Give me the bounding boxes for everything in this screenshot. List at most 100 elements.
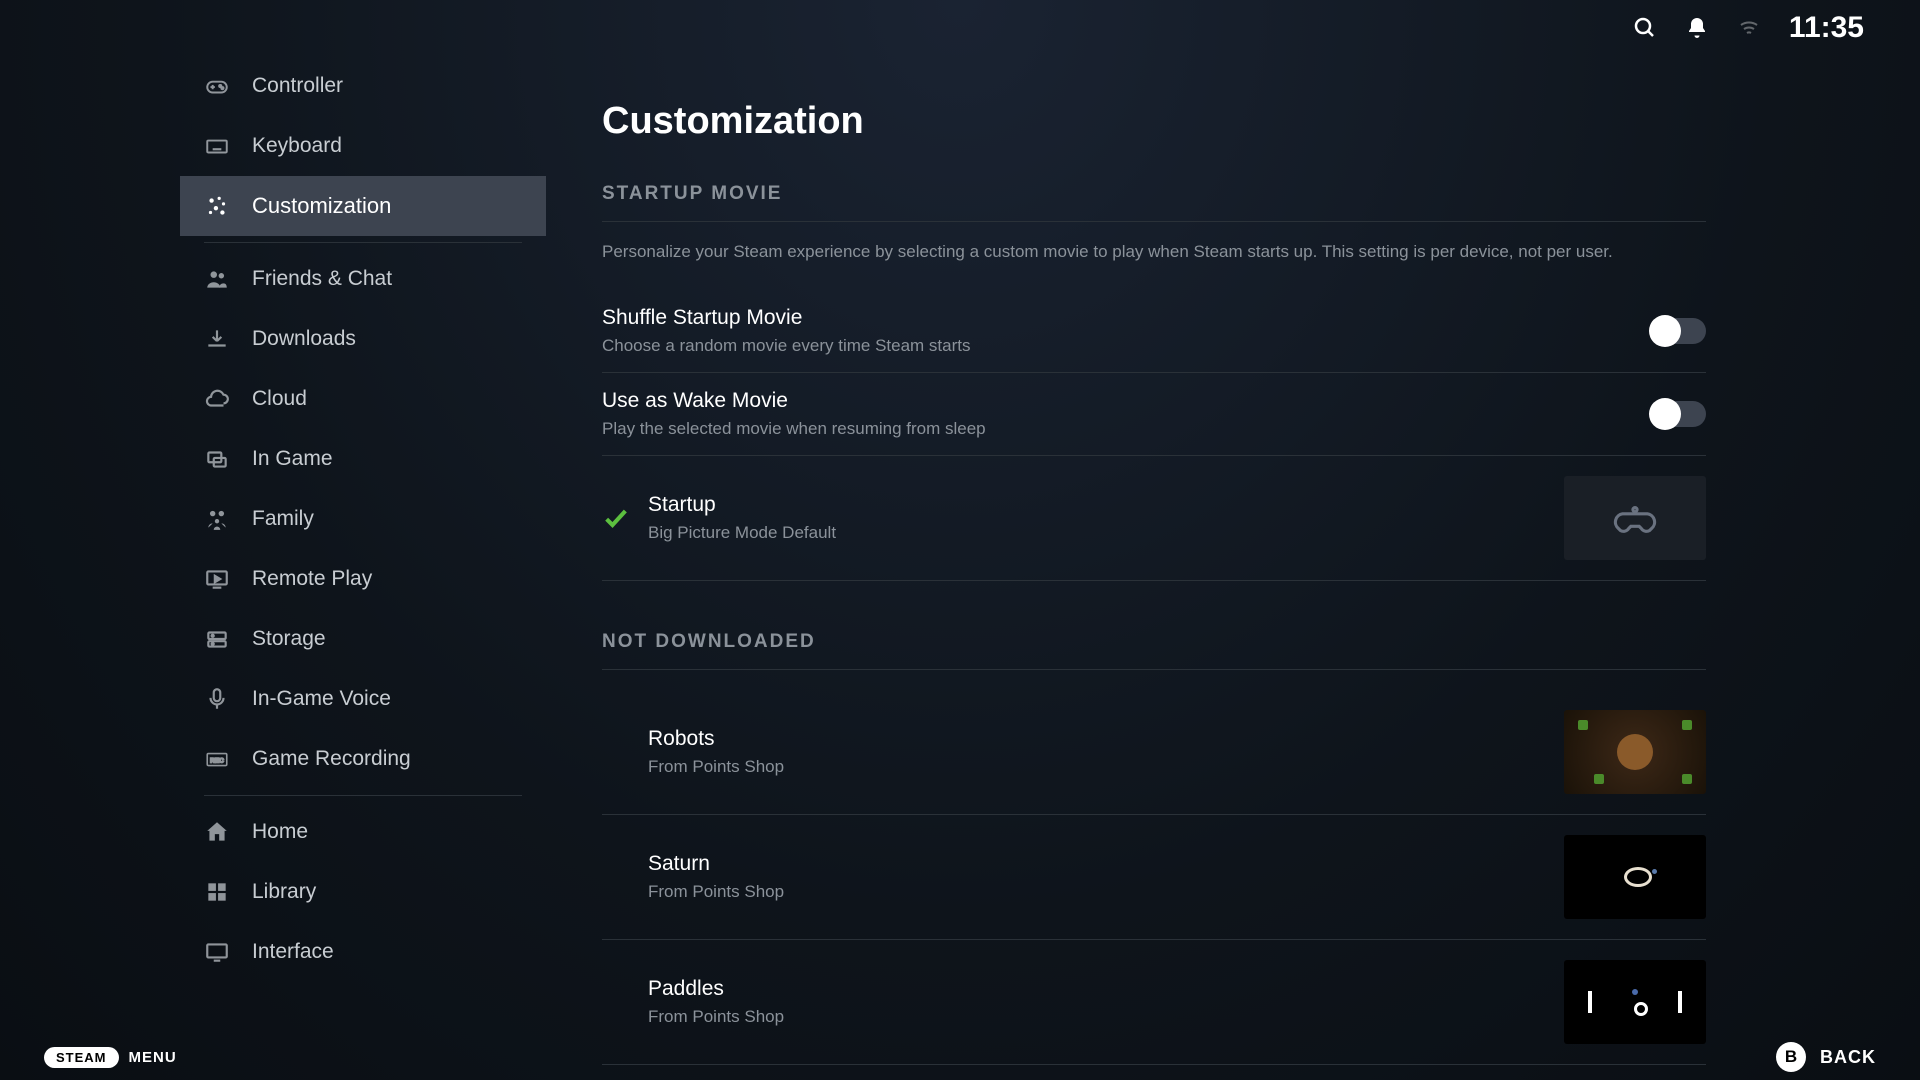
toggle-knob bbox=[1649, 315, 1681, 347]
not-downloaded-header: NOT DOWNLOADED bbox=[602, 631, 1706, 653]
home-icon bbox=[204, 819, 230, 845]
shuffle-toggle[interactable] bbox=[1652, 318, 1706, 344]
movie-item-robots[interactable]: Robots From Points Shop bbox=[602, 690, 1706, 815]
movie-text: Saturn From Points Shop bbox=[648, 852, 784, 902]
startup-movie-description: Personalize your Steam experience by sel… bbox=[602, 242, 1706, 262]
setting-title: Shuffle Startup Movie bbox=[602, 306, 970, 330]
sidebar-item-label: Downloads bbox=[252, 327, 356, 351]
interface-icon bbox=[204, 939, 230, 965]
wake-movie-row[interactable]: Use as Wake Movie Play the selected movi… bbox=[602, 373, 1706, 456]
movie-text: Paddles From Points Shop bbox=[648, 977, 784, 1027]
search-icon[interactable] bbox=[1633, 16, 1657, 40]
sidebar-item-label: In Game bbox=[252, 447, 333, 471]
steam-badge: STEAM bbox=[44, 1047, 119, 1068]
check-icon bbox=[602, 504, 630, 532]
movie-subtitle: Big Picture Mode Default bbox=[648, 523, 836, 543]
movie-text: Robots From Points Shop bbox=[648, 727, 784, 777]
clock: 11:35 bbox=[1789, 11, 1864, 45]
section-divider bbox=[602, 669, 1706, 670]
mic-icon bbox=[204, 686, 230, 712]
sidebar-item-label: Customization bbox=[252, 193, 391, 219]
sidebar-item-remote-play[interactable]: Remote Play bbox=[180, 549, 546, 609]
top-bar: 11:35 bbox=[1633, 0, 1920, 56]
paddles-thumbnail bbox=[1564, 960, 1706, 1044]
sidebar-item-interface[interactable]: Interface bbox=[180, 922, 546, 982]
sidebar-item-home[interactable]: Home bbox=[180, 802, 546, 862]
movie-text: Startup Big Picture Mode Default bbox=[648, 493, 836, 543]
shuffle-startup-row[interactable]: Shuffle Startup Movie Choose a random mo… bbox=[602, 290, 1706, 373]
remote-play-icon bbox=[204, 566, 230, 592]
setting-text: Shuffle Startup Movie Choose a random mo… bbox=[602, 306, 970, 356]
check-placeholder bbox=[602, 988, 630, 1016]
movie-left: Startup Big Picture Mode Default bbox=[602, 493, 836, 543]
steam-menu-button[interactable]: STEAM MENU bbox=[44, 1047, 177, 1068]
keyboard-icon bbox=[204, 133, 230, 159]
movie-left: Saturn From Points Shop bbox=[602, 852, 784, 902]
sidebar-item-voice[interactable]: In-Game Voice bbox=[180, 669, 546, 729]
sidebar-item-label: In-Game Voice bbox=[252, 687, 391, 711]
movie-subtitle: From Points Shop bbox=[648, 882, 784, 902]
overlay-icon bbox=[204, 446, 230, 472]
toggle-knob bbox=[1649, 398, 1681, 430]
page-title: Customization bbox=[602, 100, 1706, 143]
sidebar-item-library[interactable]: Library bbox=[180, 862, 546, 922]
sidebar-item-customization[interactable]: Customization bbox=[180, 176, 546, 236]
sidebar-item-label: Family bbox=[252, 507, 314, 531]
setting-subtitle: Choose a random movie every time Steam s… bbox=[602, 336, 970, 356]
movie-item-saturn[interactable]: Saturn From Points Shop bbox=[602, 815, 1706, 940]
sidebar-item-label: Cloud bbox=[252, 387, 307, 411]
setting-text: Use as Wake Movie Play the selected movi… bbox=[602, 389, 986, 439]
selected-startup-movie[interactable]: Startup Big Picture Mode Default bbox=[602, 456, 1706, 581]
sidebar-item-downloads[interactable]: Downloads bbox=[180, 309, 546, 369]
sidebar-item-friends-chat[interactable]: Friends & Chat bbox=[180, 249, 546, 309]
cloud-icon bbox=[204, 386, 230, 412]
download-icon bbox=[204, 326, 230, 352]
main-content: Customization STARTUP MOVIE Personalize … bbox=[602, 100, 1706, 1065]
customize-icon bbox=[204, 193, 230, 219]
family-icon bbox=[204, 506, 230, 532]
bell-icon[interactable] bbox=[1685, 16, 1709, 40]
b-button-icon: B bbox=[1776, 1042, 1806, 1072]
sidebar-item-controller[interactable]: Controller bbox=[180, 56, 546, 116]
wifi-icon[interactable] bbox=[1737, 16, 1761, 40]
sidebar-item-label: Storage bbox=[252, 627, 326, 651]
movie-title: Paddles bbox=[648, 977, 784, 1001]
wake-toggle[interactable] bbox=[1652, 401, 1706, 427]
movie-subtitle: From Points Shop bbox=[648, 1007, 784, 1027]
back-button[interactable]: B BACK bbox=[1776, 1042, 1876, 1072]
check-placeholder bbox=[602, 863, 630, 891]
sidebar-item-cloud[interactable]: Cloud bbox=[180, 369, 546, 429]
sidebar-item-label: Home bbox=[252, 820, 308, 844]
gamepad-icon bbox=[204, 73, 230, 99]
svg-text:REC: REC bbox=[210, 757, 224, 764]
sidebar-item-label: Remote Play bbox=[252, 567, 372, 591]
library-icon bbox=[204, 879, 230, 905]
sidebar-item-label: Controller bbox=[252, 74, 343, 98]
sidebar-item-label: Interface bbox=[252, 940, 334, 964]
check-placeholder bbox=[602, 738, 630, 766]
sidebar-divider bbox=[204, 795, 522, 796]
back-label: BACK bbox=[1820, 1047, 1876, 1068]
sidebar-item-label: Library bbox=[252, 880, 316, 904]
sidebar-item-storage[interactable]: Storage bbox=[180, 609, 546, 669]
settings-sidebar: Controller Keyboard Customization Friend… bbox=[180, 56, 546, 1036]
rec-icon: REC bbox=[204, 746, 230, 772]
movie-title: Saturn bbox=[648, 852, 784, 876]
sidebar-item-in-game[interactable]: In Game bbox=[180, 429, 546, 489]
sidebar-item-label: Friends & Chat bbox=[252, 267, 392, 291]
sidebar-divider bbox=[204, 242, 522, 243]
sidebar-item-label: Keyboard bbox=[252, 134, 342, 158]
setting-title: Use as Wake Movie bbox=[602, 389, 986, 413]
startup-movie-header: STARTUP MOVIE bbox=[602, 183, 1706, 205]
movie-title: Startup bbox=[648, 493, 836, 517]
robots-thumbnail bbox=[1564, 710, 1706, 794]
sidebar-item-recording[interactable]: REC Game Recording bbox=[180, 729, 546, 789]
menu-label: MENU bbox=[129, 1049, 177, 1066]
movie-title: Robots bbox=[648, 727, 784, 751]
movie-left: Paddles From Points Shop bbox=[602, 977, 784, 1027]
bottom-bar: STEAM MENU B BACK bbox=[0, 1034, 1920, 1080]
sidebar-item-label: Game Recording bbox=[252, 747, 411, 771]
sidebar-item-family[interactable]: Family bbox=[180, 489, 546, 549]
sidebar-item-keyboard[interactable]: Keyboard bbox=[180, 116, 546, 176]
section-divider bbox=[602, 221, 1706, 222]
